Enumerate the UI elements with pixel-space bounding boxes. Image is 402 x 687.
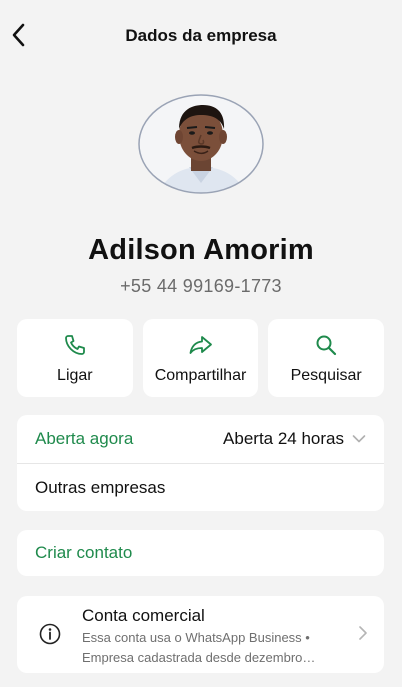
create-contact-button[interactable]: Criar contato [17,530,384,576]
share-icon [189,336,212,354]
business-account-title: Conta comercial [82,606,205,625]
page-title: Dados da empresa [125,26,277,45]
hours-card: Aberta agora Aberta 24 horas Outras empr… [17,415,384,511]
action-buttons: Ligar Compartilhar Pesquisar [17,319,385,397]
share-label: Compartilhar [154,367,247,384]
info-icon [39,623,61,645]
business-account-row[interactable]: Conta comercial Essa conta usa o WhatsAp… [17,596,384,673]
open-status: Aberta agora [35,429,134,448]
share-button[interactable]: Compartilhar [142,319,259,397]
business-name: Adilson Amorim [88,234,314,266]
chevron-right-icon [359,626,367,640]
business-account-desc-2: Empresa cadastrada desde dezembro… [82,650,316,665]
avatar[interactable] [137,93,267,195]
phone-icon [64,335,85,355]
call-label: Ligar [57,367,93,384]
create-contact-label: Criar contato [35,543,133,562]
search-button[interactable]: Pesquisar [268,319,385,397]
call-button[interactable]: Ligar [17,319,133,397]
business-hours-row[interactable]: Aberta agora Aberta 24 horas [17,415,384,463]
search-icon [316,335,337,356]
search-label: Pesquisar [290,367,362,384]
chevron-down-icon [352,435,366,443]
business-account-desc-1: Essa conta usa o WhatsApp Business • [82,630,310,645]
hours-schedule: Aberta 24 horas [223,429,344,448]
header-bar: Dados da empresa [0,0,402,72]
business-phone: +55 44 99169-1773 [120,276,282,296]
other-businesses-row[interactable]: Outras empresas [17,464,384,511]
